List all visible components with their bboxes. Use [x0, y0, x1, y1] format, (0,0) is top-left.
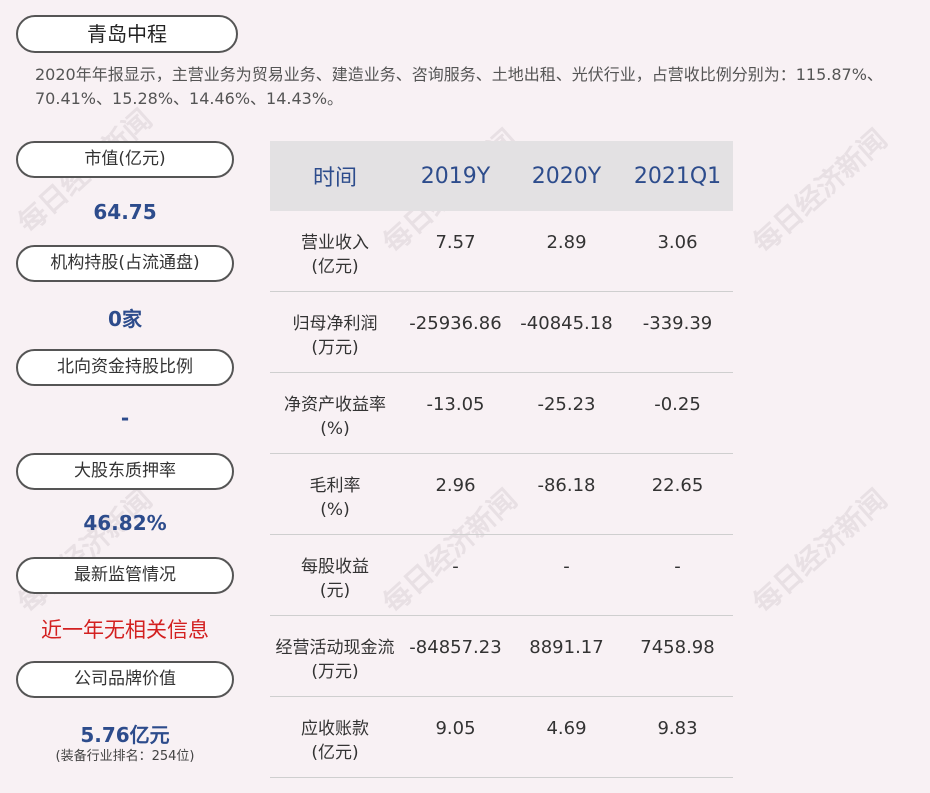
- row-label: 应收账款 (亿元): [301, 719, 369, 763]
- header-2020: 2020Y: [531, 163, 602, 189]
- cell-value: -: [452, 556, 459, 577]
- cell-value: 22.65: [651, 475, 704, 496]
- cell-value: -339.39: [642, 313, 713, 334]
- institution-holding-label: 机构持股(占流通盘): [16, 245, 234, 282]
- header-2019: 2019Y: [420, 163, 491, 189]
- northbound-ratio-value: -: [120, 406, 130, 430]
- cell-value: 2.96: [435, 475, 476, 496]
- regulatory-status-label: 最新监管情况: [16, 557, 234, 594]
- row-label: 净资产收益率 (%): [284, 395, 386, 439]
- northbound-ratio-label: 北向资金持股比例: [16, 349, 234, 386]
- table-row: 营业收入 (亿元) 7.57 2.89 3.06: [270, 211, 733, 292]
- cell-value: -0.25: [654, 394, 701, 415]
- cell-value: -25936.86: [409, 313, 502, 334]
- row-label: 营业收入 (亿元): [301, 233, 369, 277]
- cell-value: -: [674, 556, 681, 577]
- brand-value-value: 5.76亿元: [80, 723, 170, 747]
- table-row: 应收账款 (亿元) 9.05 4.69 9.83: [270, 697, 733, 778]
- company-name: 青岛中程: [16, 15, 238, 53]
- regulatory-status-value: 近一年无相关信息: [41, 618, 209, 642]
- institution-holding-value: 0家: [108, 307, 142, 331]
- watermark: 每日经济新闻: [746, 122, 894, 260]
- cell-value: 9.05: [435, 718, 476, 739]
- table-row: 归母净利润 (万元) -25936.86 -40845.18 -339.39: [270, 292, 733, 373]
- financial-table: 时间 2019Y 2020Y 2021Q1 营业收入 (亿元) 7.57 2.89…: [270, 141, 733, 778]
- business-summary: 2020年年报显示，主营业务为贸易业务、建造业务、咨询服务、土地出租、光伏行业，…: [35, 65, 883, 108]
- table-row: 经营活动现金流 (万元) -84857.23 8891.17 7458.98: [270, 616, 733, 697]
- table-header: 时间 2019Y 2020Y 2021Q1: [270, 141, 733, 211]
- pledge-ratio-value: 46.82%: [83, 511, 167, 535]
- cell-value: 2.89: [546, 232, 587, 253]
- cell-value: 3.06: [657, 232, 698, 253]
- cell-value: 8891.17: [529, 637, 604, 658]
- cell-value: -40845.18: [520, 313, 613, 334]
- cell-value: 4.69: [546, 718, 587, 739]
- brand-value-rank: (装备行业排名：254位): [55, 749, 195, 764]
- header-time: 时间: [312, 166, 357, 191]
- cell-value: -13.05: [426, 394, 485, 415]
- watermark: 每日经济新闻: [746, 482, 894, 620]
- cell-value: -25.23: [537, 394, 596, 415]
- table-row: 毛利率 (%) 2.96 -86.18 22.65: [270, 454, 733, 535]
- row-label: 归母净利润 (万元): [292, 314, 378, 358]
- header-2021q1: 2021Q1: [633, 163, 722, 189]
- cell-value: -84857.23: [409, 637, 502, 658]
- table-row: 净资产收益率 (%) -13.05 -25.23 -0.25: [270, 373, 733, 454]
- table-row: 每股收益 (元) - - -: [270, 535, 733, 616]
- cell-value: -: [563, 556, 570, 577]
- cell-value: 9.83: [657, 718, 698, 739]
- cell-value: -86.18: [537, 475, 596, 496]
- cell-value: 7.57: [435, 232, 476, 253]
- row-label: 毛利率 (%): [309, 476, 361, 520]
- row-label: 经营活动现金流 (万元): [275, 638, 395, 682]
- pledge-ratio-label: 大股东质押率: [16, 453, 234, 490]
- watermark: 每日经济新闻: [11, 482, 159, 620]
- market-cap-value: 64.75: [93, 200, 157, 224]
- brand-value-label: 公司品牌价值: [16, 661, 234, 698]
- cell-value: 7458.98: [640, 637, 715, 658]
- row-label: 每股收益 (元): [301, 557, 369, 601]
- market-cap-label: 市值(亿元): [16, 141, 234, 178]
